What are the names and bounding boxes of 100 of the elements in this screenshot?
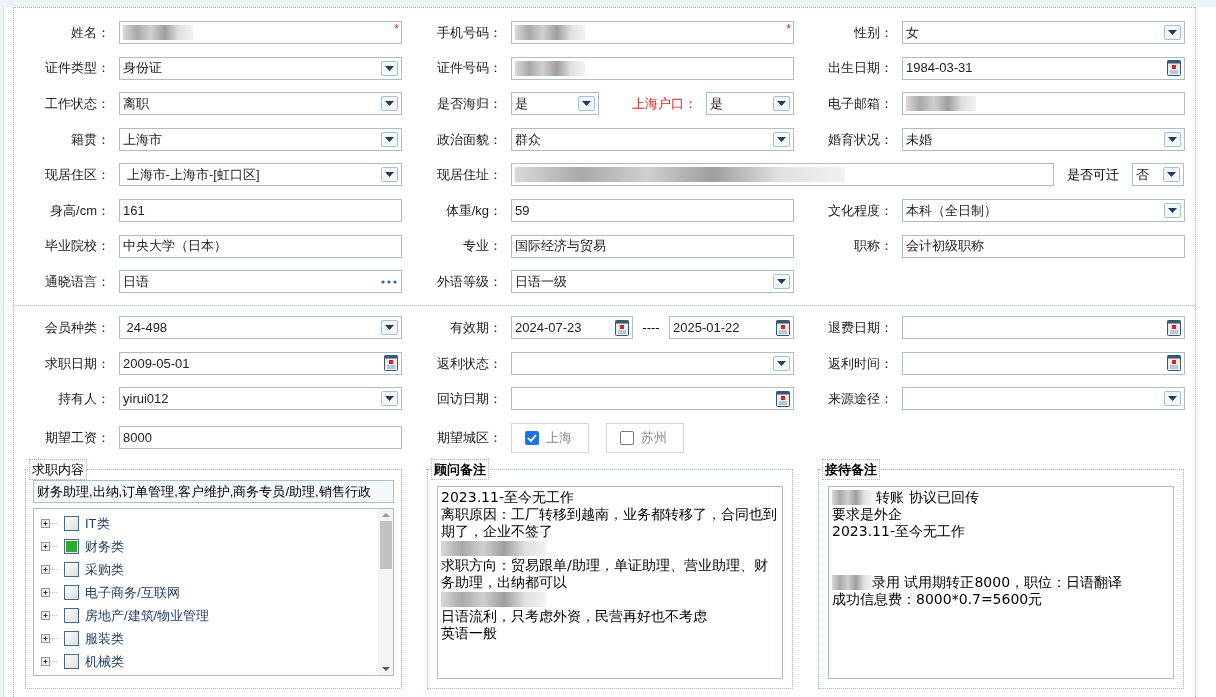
expand-icon[interactable] [41, 657, 58, 667]
option-label: 上海 [546, 429, 572, 448]
field-value: 离职 [123, 94, 149, 113]
expand-icon[interactable] [41, 611, 58, 621]
tree-checkbox[interactable] [64, 608, 79, 624]
expand-icon[interactable] [41, 542, 58, 552]
date-field[interactable]: 2024-07-23 [511, 316, 633, 340]
input-field[interactable]: 国际经济与贸易 [511, 234, 794, 258]
expand-icon[interactable] [41, 588, 58, 598]
field-label: 来源途径： [828, 390, 893, 409]
tree-checkbox[interactable] [64, 585, 79, 601]
select-field[interactable]: 身份证 [119, 56, 402, 80]
input-field[interactable] [511, 56, 794, 80]
panel-legend: 顾问备注 [431, 458, 489, 481]
city-option[interactable]: 苏州 [606, 422, 684, 453]
input-field[interactable]: 中央大学（日本） [119, 234, 402, 258]
select-field[interactable]: yirui012 [119, 387, 402, 411]
input-field[interactable]: 会计初级职称 [902, 234, 1185, 258]
scroll-up-icon[interactable] [381, 513, 390, 518]
input-field[interactable]: 161 [119, 198, 402, 222]
date-field[interactable] [902, 316, 1185, 340]
tree-item[interactable]: 采购类 [85, 560, 124, 580]
tree-item[interactable]: 房地产/建筑/物业管理 [85, 606, 210, 626]
note-line: 日语流利，只考虑外资，民营再好也不考虑 [441, 608, 708, 626]
checkbox[interactable] [525, 430, 539, 445]
field-label: 持有人： [58, 390, 110, 409]
scroll-down-icon[interactable] [381, 667, 390, 672]
input-field[interactable]: * [511, 21, 794, 44]
more-icon[interactable] [381, 279, 397, 284]
select-field[interactable]: 未婚 [902, 127, 1185, 151]
tree-item[interactable]: 电子商务/互联网 [85, 583, 180, 603]
city-option[interactable]: 上海 [511, 422, 589, 453]
field-label: 身高/cm： [50, 201, 110, 220]
tree-checkbox[interactable] [64, 539, 79, 555]
option-label: 苏州 [641, 429, 667, 448]
select-field[interactable]: 日语一级 [511, 270, 794, 294]
notes-textarea[interactable]: 2023.11-至今无工作 离职原因：工厂转移到越南，业务都转移了，合同也到期了，企业不签了 求职方向：贸易跟单/助理，单证助理、营业助理、财务助理，出纳都可以 日语流利，只考虑外资，民营再好也不考虑 英语一般 [437, 486, 783, 680]
select-field[interactable]: 否 [1132, 163, 1184, 187]
tree-item[interactable]: 财务类 [85, 537, 124, 557]
field-label: 姓名： [71, 23, 110, 42]
field-value: 2025-01-22 [673, 318, 740, 337]
field-label: 是否可迁 [1066, 166, 1120, 185]
select-field[interactable]: 离职 [119, 92, 402, 116]
select-field[interactable]: 是 [706, 92, 794, 116]
expand-icon[interactable] [41, 634, 58, 644]
scrollbar[interactable] [378, 509, 393, 676]
field-label: 有效期： [450, 318, 502, 337]
field-value: 59 [515, 201, 530, 220]
select-field[interactable]: 女 [902, 21, 1185, 44]
calendar-icon[interactable] [776, 390, 790, 407]
tree-checkbox[interactable] [64, 562, 79, 578]
calendar-icon[interactable] [1167, 60, 1181, 77]
input-field[interactable] [902, 92, 1185, 116]
expand-icon[interactable] [41, 565, 58, 575]
select-field[interactable]: 是 [511, 92, 599, 116]
date-field[interactable] [902, 351, 1185, 375]
field-label: 现居住址： [437, 166, 502, 185]
input-field[interactable]: 59 [511, 198, 794, 222]
input-field[interactable]: 财务助理,出纳,订单管理,客户维护,商务专员/助理,销售行政 [33, 480, 394, 504]
field-label: 出生日期： [828, 59, 893, 78]
select-field[interactable]: 24-498 [119, 316, 402, 340]
date-field[interactable]: 2025-01-22 [669, 316, 794, 340]
select-field[interactable] [902, 387, 1185, 411]
select-field[interactable]: 上海市 [119, 127, 402, 151]
calendar-icon[interactable] [776, 319, 790, 336]
scroll-thumb[interactable] [379, 521, 392, 570]
input-field[interactable] [511, 163, 1054, 187]
tree-item[interactable]: 机械类 [85, 652, 124, 672]
tree-item[interactable]: 服装类 [85, 629, 124, 649]
calendar-icon[interactable] [384, 355, 398, 372]
select-field[interactable] [511, 351, 794, 375]
calendar-icon[interactable] [1167, 319, 1181, 336]
note-line: 2023.11-至今无工作 [832, 523, 966, 541]
redaction-block [832, 575, 872, 591]
input-field[interactable]: * [119, 21, 402, 44]
checkbox[interactable] [620, 430, 634, 445]
calendar-icon[interactable] [615, 319, 629, 336]
tree-item[interactable]: IT类 [85, 514, 110, 534]
tree-checkbox[interactable] [64, 654, 79, 670]
select-field[interactable]: 上海市-上海市-[虹口区] [119, 163, 402, 187]
field-label: 性别： [854, 23, 893, 42]
select-field[interactable]: 群众 [511, 127, 794, 151]
select-field[interactable]: 本科（全日制） [902, 198, 1185, 222]
tree-checkbox[interactable] [64, 516, 79, 532]
notes-textarea[interactable]: 转账 协议已回传 要求是外企 2023.11-至今无工作 录用 试用期转正8000，职位：日语翻译 成功信息费：8000*0.7=5600元 [828, 486, 1174, 680]
calendar-icon[interactable] [1167, 355, 1181, 372]
field-value: 161 [123, 201, 145, 220]
date-field[interactable] [511, 387, 794, 411]
required-mark: * [786, 21, 791, 38]
panel-legend: 接待备注 [822, 458, 880, 481]
input-field[interactable]: 8000 [119, 426, 402, 450]
tree-checkbox[interactable] [64, 631, 79, 647]
lookup-field[interactable]: 日语 [119, 270, 402, 294]
field-label: 外语等级： [437, 272, 502, 291]
date-field[interactable]: 1984-03-31 [902, 56, 1185, 80]
expand-icon[interactable] [41, 519, 58, 529]
field-value: 日语 [123, 272, 149, 291]
field-value: yirui012 [123, 390, 169, 409]
date-field[interactable]: 2009-05-01 [119, 351, 402, 375]
note-line: 求职方向：贸易跟单/助理，单证助理、营业助理、财务助理，出纳都可以 [441, 557, 769, 592]
